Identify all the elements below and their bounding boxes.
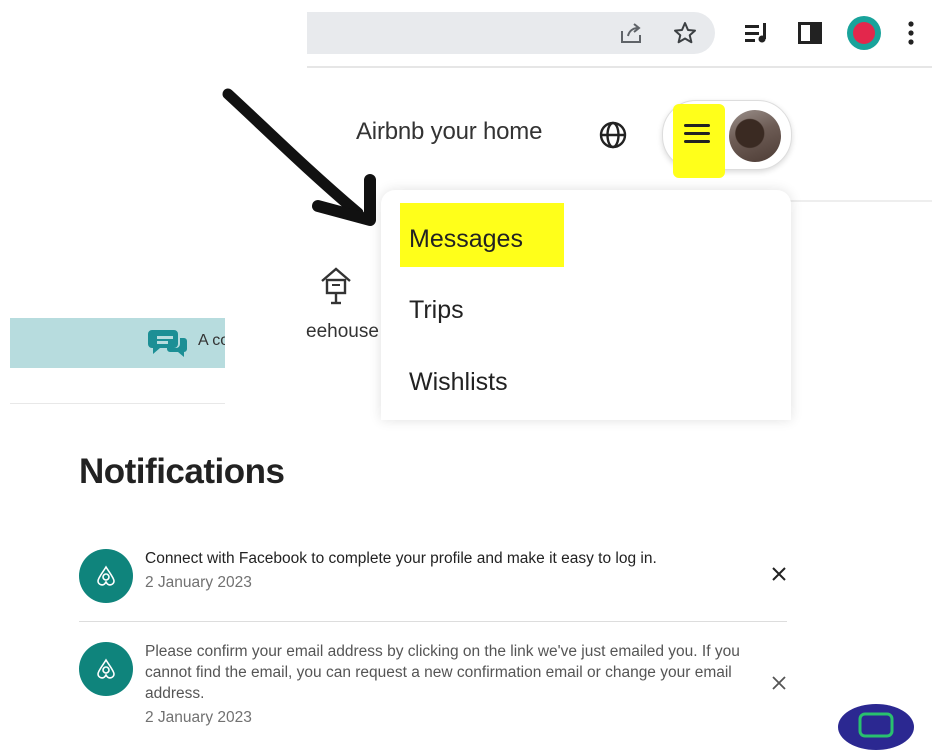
globe-icon[interactable]	[598, 120, 628, 150]
notification-text[interactable]: Connect with Facebook to complete your p…	[145, 548, 745, 569]
share-icon[interactable]	[615, 12, 647, 54]
profile-icon[interactable]	[845, 14, 883, 52]
media-control-icon[interactable]	[739, 14, 777, 52]
menu-item-messages[interactable]: Messages	[409, 225, 523, 254]
close-icon[interactable]	[769, 564, 789, 584]
side-panel-icon[interactable]	[791, 14, 829, 52]
notification-date: 2 January 2023	[145, 574, 252, 591]
menu-item-trips[interactable]: Trips	[409, 296, 464, 325]
page-title: Notifications	[79, 452, 285, 491]
help-widget-icon[interactable]	[838, 704, 914, 750]
airbnb-logo-icon	[79, 549, 133, 603]
header-divider	[790, 200, 932, 202]
menu-item-wishlists[interactable]: Wishlists	[409, 368, 508, 397]
bookmark-star-icon[interactable]	[669, 12, 701, 54]
close-icon[interactable]	[769, 673, 789, 693]
airbnb-logo-icon	[79, 642, 133, 696]
avatar[interactable]	[729, 110, 781, 162]
browser-toolbar	[307, 0, 932, 68]
section-divider	[10, 403, 225, 404]
category-label[interactable]: eehouse	[306, 321, 381, 343]
annotation-arrow	[222, 88, 376, 226]
chat-bubbles-icon	[148, 326, 190, 360]
address-bar[interactable]	[307, 12, 715, 54]
hamburger-menu-icon[interactable]	[684, 124, 710, 144]
notification-divider	[79, 621, 787, 622]
notification-date: 2 January 2023	[145, 709, 252, 726]
more-menu-icon[interactable]	[899, 14, 923, 52]
treehouse-icon[interactable]	[318, 265, 354, 305]
banner-text: A co	[198, 332, 225, 349]
notification-text[interactable]: Please confirm your email address by cli…	[145, 641, 745, 704]
info-banner: A co	[10, 318, 225, 368]
